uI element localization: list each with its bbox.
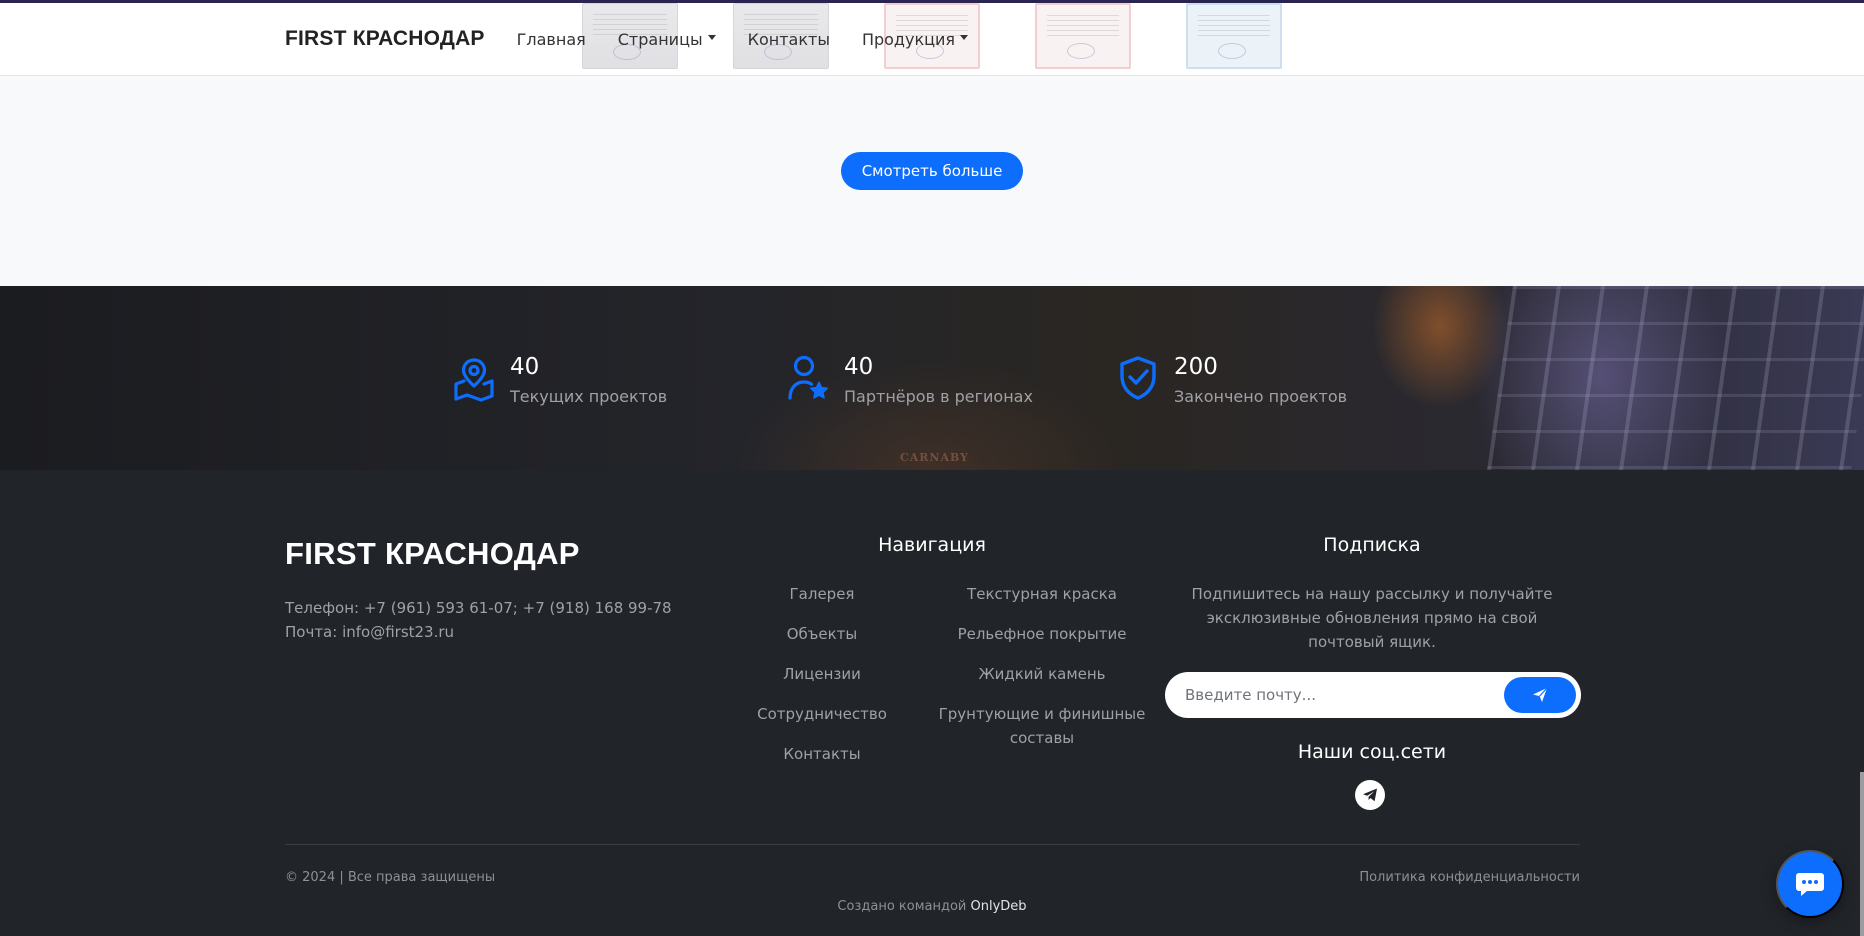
navbar: FIRST КРАСНОДАР Главная Страницы Контакт…	[0, 3, 1864, 76]
subscribe-submit-button[interactable]	[1504, 677, 1576, 713]
see-more-button[interactable]: Смотреть больше	[841, 152, 1023, 190]
subscribe-form	[1165, 672, 1581, 718]
navbar-inner: FIRST КРАСНОДАР Главная Страницы Контакт…	[285, 3, 1000, 75]
nav-link-label: Главная	[516, 29, 586, 49]
scrollbar-thumb[interactable]	[1860, 772, 1864, 936]
background-sign: CARNABY	[900, 451, 969, 464]
stat-label: Текущих проектов	[510, 387, 668, 406]
footer-link-relief-coating[interactable]: Рельефное покрытие	[932, 622, 1152, 646]
credit-prefix: Создано командой	[837, 899, 967, 914]
building-windows-background	[1487, 286, 1864, 470]
footer-subscribe-heading: Подписка	[1323, 534, 1421, 556]
telegram-button[interactable]	[1355, 780, 1385, 810]
map-pin-icon	[454, 358, 494, 402]
footer-divider	[285, 844, 1580, 845]
footer-nav-heading: Навигация	[878, 534, 986, 556]
caret-down-icon	[960, 34, 969, 40]
footer-email[interactable]: Почта: info@first23.ru	[285, 623, 454, 641]
navbar-brand[interactable]: FIRST КРАСНОДАР	[285, 27, 485, 51]
footer-link-contacts[interactable]: Контакты	[742, 742, 902, 766]
stat-value: 200	[1174, 354, 1218, 380]
nav-dropdown-pages[interactable]: Страницы	[618, 30, 716, 49]
subscribe-description: Подпишитесь на нашу рассылку и получайте…	[1191, 585, 1553, 651]
caret-down-icon	[707, 34, 716, 40]
shield-check-icon	[1120, 356, 1156, 400]
send-icon	[1533, 687, 1548, 702]
user-star-icon	[788, 355, 829, 400]
nav-link-label: Контакты	[747, 29, 830, 49]
chat-bubble-icon	[1796, 873, 1824, 896]
nav-link-label: Страницы	[617, 29, 703, 49]
stat-value: 40	[510, 354, 540, 380]
nav-link-contacts[interactable]: Контакты	[748, 30, 830, 49]
nav-dropdown-products[interactable]: Продукция	[861, 29, 969, 49]
footer: FIRST КРАСНОДАР Телефон: +7 (961) 593 61…	[0, 470, 1864, 936]
stat-value: 40	[844, 354, 874, 380]
chat-widget-button[interactable]	[1776, 850, 1844, 918]
stat-partners: 40 Партнёров в регионах	[786, 350, 1033, 408]
telegram-icon	[1363, 788, 1377, 802]
privacy-policy-link[interactable]: Политика конфиденциальности	[1359, 870, 1580, 885]
credit-line: Создано командой OnlyDeb	[0, 899, 1864, 914]
subscribe-email-input[interactable]	[1185, 672, 1495, 718]
certificate-thumbnail[interactable]	[1035, 3, 1131, 69]
footer-link-primers-finishes[interactable]: Грунтующие и финишные составы	[932, 702, 1152, 750]
nav-link-label: Продукция	[861, 29, 956, 49]
footer-link-texture-paint[interactable]: Текстурная краска	[932, 582, 1152, 606]
footer-link-gallery[interactable]: Галерея	[742, 582, 902, 606]
footer-link-licenses[interactable]: Лицензии	[742, 662, 902, 686]
footer-brand: FIRST КРАСНОДАР	[285, 536, 580, 571]
stat-completed-projects: 200 Закончено проектов	[1116, 350, 1347, 408]
stat-label: Партнёров в регионах	[844, 387, 1033, 406]
footer-phone: Телефон: +7 (961) 593 61-07; +7 (918) 16…	[285, 599, 672, 617]
nav-link-home[interactable]: Главная	[517, 30, 586, 49]
footer-link-objects[interactable]: Объекты	[742, 622, 902, 646]
footer-link-liquid-stone[interactable]: Жидкий камень	[932, 662, 1152, 686]
stat-current-projects: 40 Текущих проектов	[452, 350, 667, 408]
copyright: © 2024 | Все права защищены	[285, 870, 496, 885]
credit-team-link[interactable]: OnlyDeb	[971, 899, 1027, 914]
stat-label: Закончено проектов	[1174, 387, 1348, 406]
stats-band: CARNABY 40 Текущих проектов 40 Партнёров…	[0, 286, 1864, 470]
footer-link-cooperation[interactable]: Сотрудничество	[742, 702, 902, 726]
social-heading: Наши соц.сети	[1297, 741, 1447, 763]
certificate-thumbnail[interactable]	[1186, 3, 1282, 69]
